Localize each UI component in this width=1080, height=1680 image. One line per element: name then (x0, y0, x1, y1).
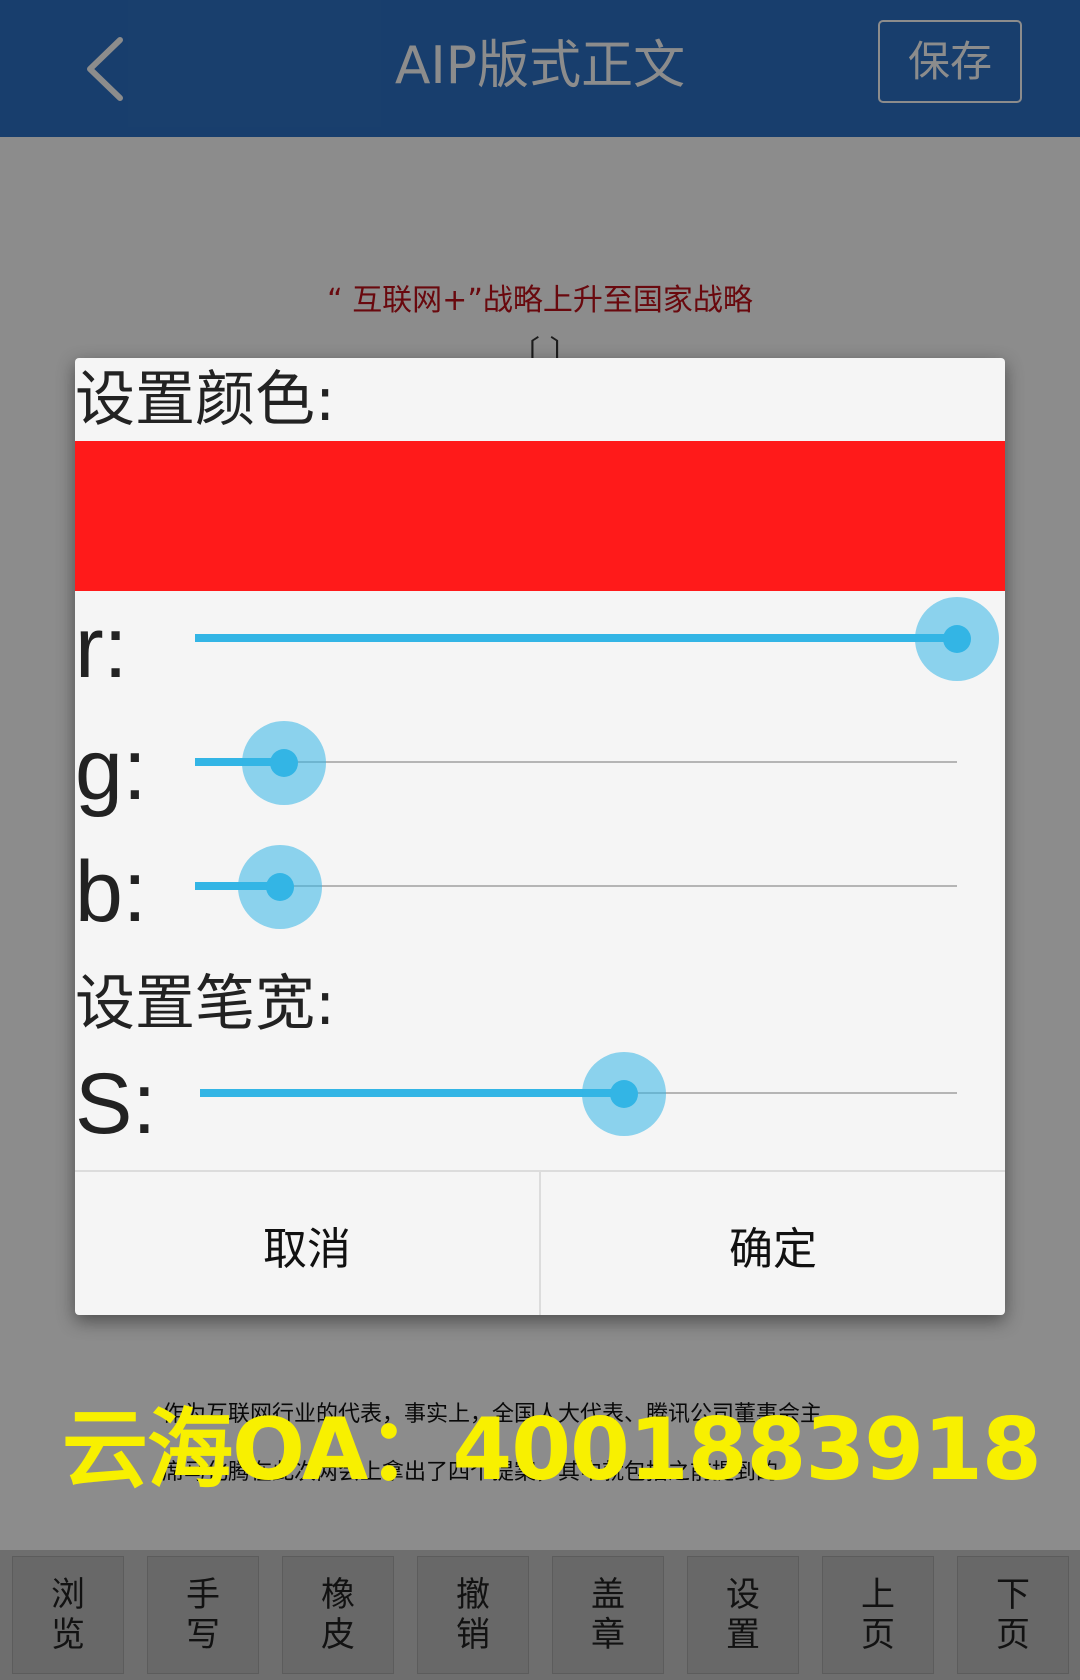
stroke-width-slider[interactable] (200, 1048, 957, 1138)
red-slider[interactable] (195, 593, 999, 683)
dialog-button-bar: 取消 确定 (75, 1170, 1005, 1315)
stroke-width-label: S: (75, 1056, 157, 1152)
width-section-label: 设置笔宽: (75, 969, 336, 1039)
slider-thumb[interactable] (915, 597, 999, 681)
color-section-label: 设置颜色: (75, 365, 336, 435)
slider-fill (200, 1089, 624, 1097)
green-slider[interactable] (195, 717, 957, 807)
pen-settings-dialog: 设置颜色: r: g: b: 设置笔宽: S: 取消 确定 (75, 358, 1005, 1315)
screen: AIP版式正文 保存 “ 互联网+”战略上升至国家战略 〔 〕 作为互联网行业的… (0, 0, 1080, 1680)
color-preview-swatch (75, 441, 1005, 591)
cancel-button[interactable]: 取消 (75, 1172, 539, 1315)
slider-thumb[interactable] (241, 721, 326, 805)
confirm-button[interactable]: 确定 (539, 1172, 1005, 1315)
blue-slider[interactable] (195, 841, 957, 931)
slider-thumb[interactable] (238, 845, 323, 929)
slider-thumb[interactable] (581, 1052, 666, 1136)
green-channel-label: g: (75, 722, 147, 818)
slider-fill (195, 634, 957, 642)
red-channel-label: r: (75, 600, 128, 696)
blue-channel-label: b: (75, 844, 147, 940)
watermark-text: 云海OA：4001883918 (62, 1400, 1042, 1500)
